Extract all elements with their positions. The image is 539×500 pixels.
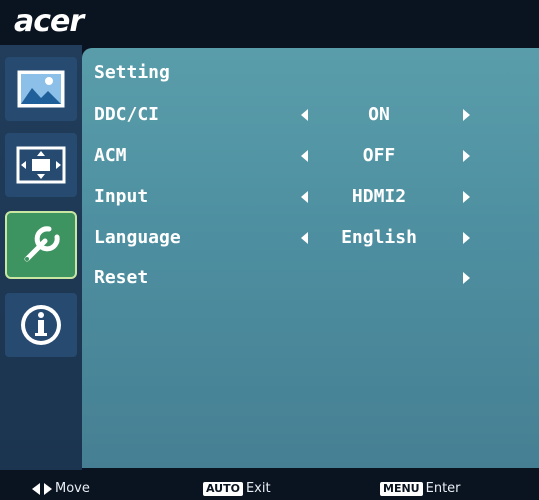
left-right-arrows-icon xyxy=(32,482,52,495)
picture-icon xyxy=(17,70,65,108)
enter-hint: MENU Enter xyxy=(380,481,461,496)
row-value: ON xyxy=(368,104,390,125)
arrow-right-icon[interactable] xyxy=(463,109,470,121)
exit-label: Exit xyxy=(245,481,271,496)
setting-row-acm[interactable]: ACM OFF xyxy=(82,141,539,171)
setting-row-ddcci[interactable]: DDC/CI ON xyxy=(82,100,539,130)
enter-label: Enter xyxy=(425,481,461,496)
info-icon xyxy=(21,305,61,345)
osd-sidebar xyxy=(0,45,82,470)
row-value: OFF xyxy=(362,145,396,166)
arrow-left-icon[interactable] xyxy=(301,150,308,162)
row-label: DDC/CI xyxy=(94,104,160,125)
acer-logo: acer xyxy=(14,4,84,39)
sidebar-item-setting[interactable] xyxy=(5,211,77,279)
settings-panel: Setting DDC/CI ON ACM OFF Input HDMI2 La… xyxy=(82,48,539,468)
wrench-icon xyxy=(24,226,60,262)
sidebar-item-information[interactable] xyxy=(5,293,77,357)
osd-footer: Move AUTO Exit MENU Enter xyxy=(0,475,539,500)
arrow-right-icon[interactable] xyxy=(463,191,470,203)
setting-row-input[interactable]: Input HDMI2 xyxy=(82,182,539,212)
arrow-left-icon[interactable] xyxy=(301,109,308,121)
panel-title: Setting xyxy=(94,62,170,83)
arrow-left-icon[interactable] xyxy=(301,232,308,244)
auto-key[interactable]: AUTO xyxy=(203,481,243,496)
move-label: Move xyxy=(55,481,90,496)
row-value: English xyxy=(341,227,417,248)
arrow-left-icon[interactable] xyxy=(301,191,308,203)
sidebar-item-picture[interactable] xyxy=(5,57,77,121)
setting-row-language[interactable]: Language English xyxy=(82,223,539,253)
exit-hint: AUTO Exit xyxy=(203,481,271,496)
menu-key[interactable]: MENU xyxy=(380,481,423,496)
arrow-right-icon[interactable] xyxy=(463,150,470,162)
row-label: ACM xyxy=(94,145,127,166)
setting-row-reset[interactable]: Reset xyxy=(82,263,539,293)
arrow-right-icon[interactable] xyxy=(463,272,470,284)
arrow-right-icon[interactable] xyxy=(463,232,470,244)
row-label: Input xyxy=(94,186,149,207)
display-position-icon xyxy=(16,146,66,184)
row-value: HDMI2 xyxy=(351,186,407,207)
move-hint: Move xyxy=(32,481,90,496)
row-label: Reset xyxy=(94,267,149,288)
row-label: Language xyxy=(94,227,181,248)
sidebar-item-display[interactable] xyxy=(5,133,77,197)
